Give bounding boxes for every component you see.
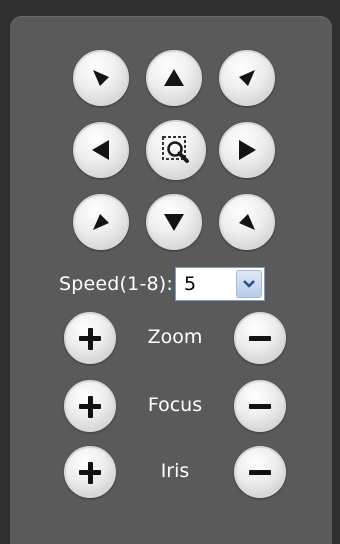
chevron-down-icon xyxy=(243,280,255,288)
speed-row: Speed(1-8): 5 xyxy=(59,264,266,304)
speed-select[interactable]: 5 xyxy=(175,267,266,301)
speed-label: Speed(1-8): xyxy=(59,273,174,295)
iris-open-button[interactable] xyxy=(64,446,116,498)
arrow-right-icon xyxy=(239,140,256,160)
focus-label: Focus xyxy=(147,394,203,416)
arrow-up-left-icon xyxy=(93,70,109,86)
speed-value: 5 xyxy=(184,273,197,295)
pan-down-left-button[interactable] xyxy=(73,194,129,250)
focus-row: Focus xyxy=(64,380,288,434)
magnifier-select-icon xyxy=(162,136,189,163)
arrow-down-right-icon xyxy=(239,214,255,230)
iris-row: Iris xyxy=(64,446,288,500)
focus-near-button[interactable] xyxy=(64,380,116,432)
zoom-row: Zoom xyxy=(64,312,288,366)
iris-label: Iris xyxy=(160,460,190,482)
arrow-down-icon xyxy=(164,214,184,231)
pan-down-right-button[interactable] xyxy=(219,194,275,250)
area-zoom-button[interactable] xyxy=(146,120,206,180)
pan-right-button[interactable] xyxy=(219,122,275,178)
focus-far-button[interactable] xyxy=(234,380,286,432)
pan-down-button[interactable] xyxy=(146,194,202,250)
pan-up-right-button[interactable] xyxy=(219,50,275,106)
pan-up-left-button[interactable] xyxy=(73,50,129,106)
pan-left-button[interactable] xyxy=(73,122,129,178)
ptz-control-frame: Speed(1-8): 5 Zoom Focus Iris xyxy=(0,0,340,544)
arrow-up-icon xyxy=(164,69,184,86)
arrow-up-right-icon xyxy=(239,70,255,86)
dropdown-arrow-button[interactable] xyxy=(236,270,263,298)
arrow-down-left-icon xyxy=(93,214,109,230)
zoom-in-button[interactable] xyxy=(64,312,116,364)
arrow-left-icon xyxy=(92,140,109,160)
zoom-out-button[interactable] xyxy=(234,312,286,364)
pan-up-button[interactable] xyxy=(146,50,202,106)
zoom-label: Zoom xyxy=(147,326,203,348)
iris-close-button[interactable] xyxy=(234,446,286,498)
